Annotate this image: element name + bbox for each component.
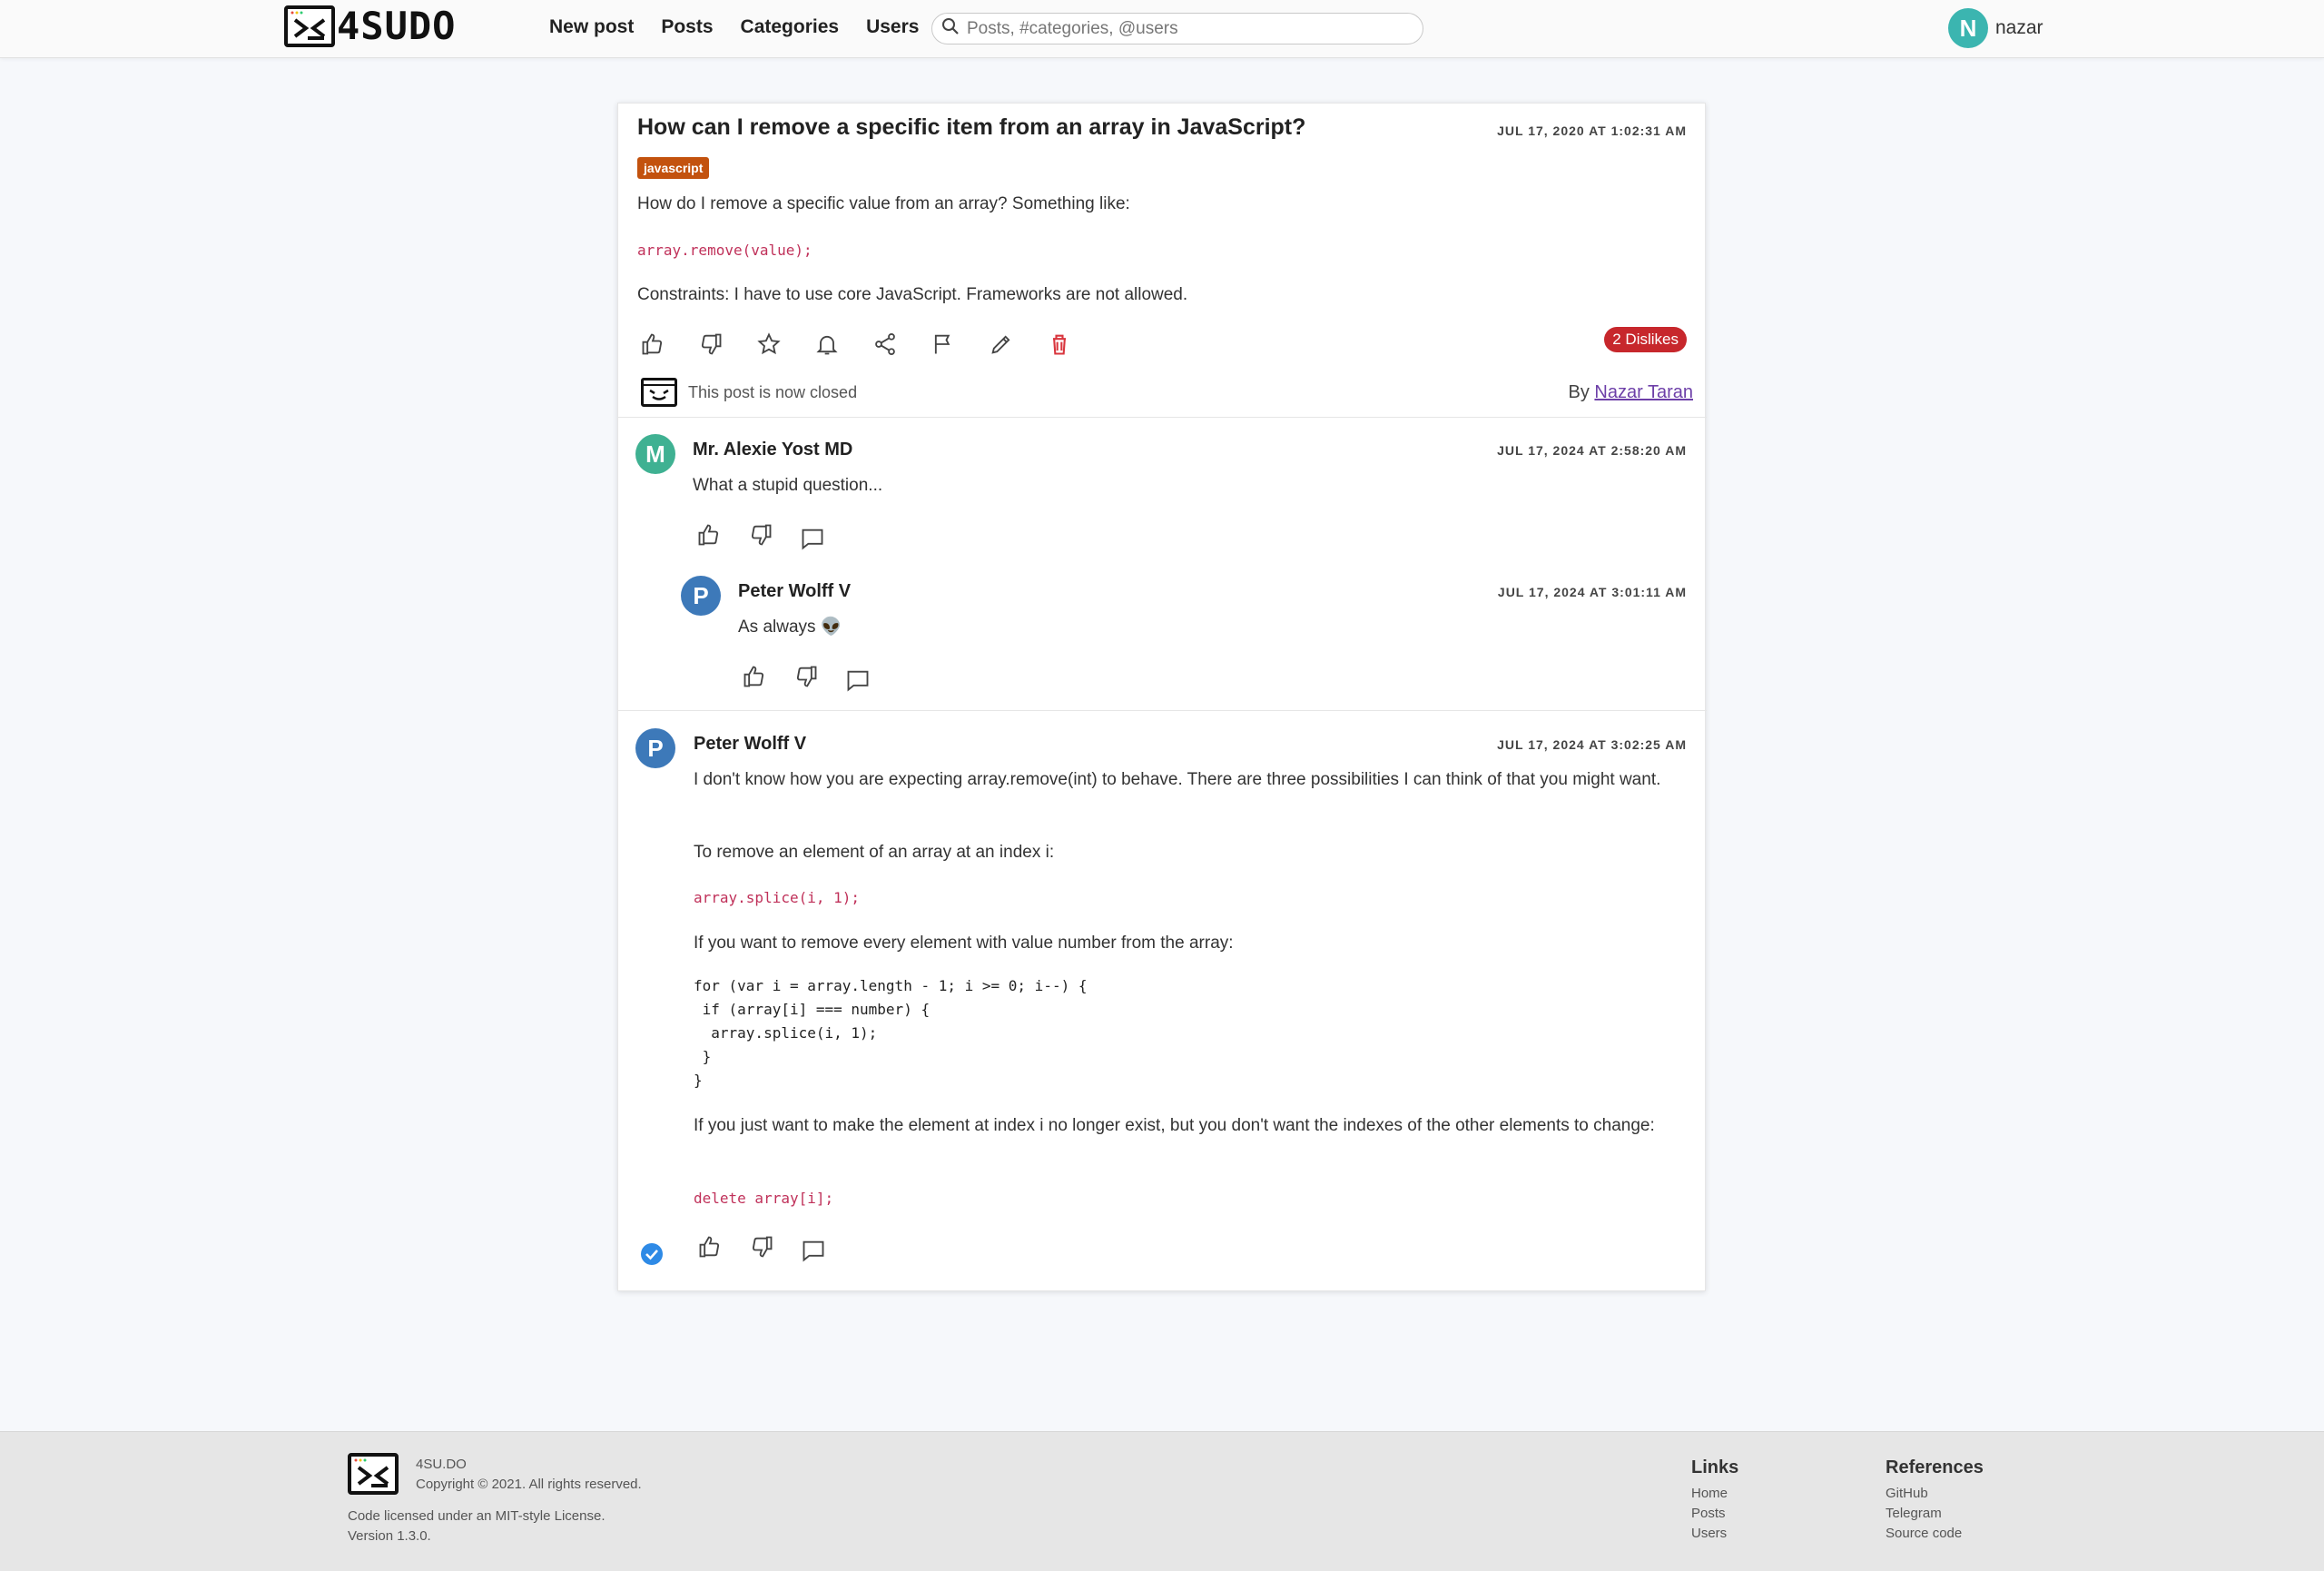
bell-icon[interactable] — [813, 331, 841, 358]
nav-posts[interactable]: Posts — [661, 16, 713, 38]
footer-references-title: References — [1886, 1457, 1984, 1477]
post-code: array.remove(value); — [637, 242, 812, 259]
footer-link-users[interactable]: Users — [1691, 1524, 1738, 1544]
comment-text: I don't know how you are expecting array… — [694, 770, 1661, 789]
search-icon — [941, 17, 960, 40]
footer-site-name: 4SU.DO — [416, 1457, 467, 1472]
reply-comment-icon[interactable] — [800, 1237, 827, 1264]
avatar[interactable]: N — [1948, 8, 1988, 48]
comment-text: If you want to remove every element with… — [694, 934, 1234, 953]
footer-link-telegram[interactable]: Telegram — [1886, 1504, 1984, 1524]
avatar[interactable]: M — [635, 434, 675, 474]
comment-date: JUL 17, 2024 AT 3:01:11 AM — [1497, 585, 1687, 599]
user-menu[interactable]: N nazar — [1948, 8, 2043, 48]
site-logo[interactable]: 4SUDO — [284, 5, 456, 48]
comment-code-block: for (var i = array.length - 1; i >= 0; i… — [694, 977, 1088, 1089]
footer-version: Version 1.3.0. — [348, 1528, 431, 1544]
footer: 4SU.DO Copyright © 2021. All rights rese… — [0, 1431, 2324, 1571]
comment-date: JUL 17, 2024 AT 3:02:25 AM — [1497, 737, 1687, 752]
comment-code: delete array[i]; — [694, 1190, 834, 1207]
footer-references: References GitHub Telegram Source code — [1886, 1457, 1984, 1544]
divider — [618, 417, 1707, 418]
flag-icon[interactable] — [930, 331, 957, 358]
comment-text: To remove an element of an array at an i… — [694, 843, 1055, 862]
avatar[interactable]: P — [681, 576, 721, 616]
username[interactable]: nazar — [1995, 17, 2043, 39]
footer-link-posts[interactable]: Posts — [1691, 1504, 1738, 1524]
author-link[interactable]: Nazar Taran — [1594, 382, 1693, 402]
comment-author[interactable]: Peter Wolff V — [694, 734, 806, 755]
accepted-check-icon[interactable] — [640, 1242, 664, 1270]
divider — [618, 710, 1707, 711]
thumbs-down-icon[interactable] — [793, 663, 820, 690]
reply-comment-icon[interactable] — [799, 525, 826, 552]
footer-copyright: Copyright © 2021. All rights reserved. — [416, 1477, 642, 1492]
comment-actions — [696, 1233, 827, 1264]
share-icon[interactable] — [872, 331, 899, 358]
edit-pencil-icon[interactable] — [988, 331, 1015, 358]
search-bar — [931, 13, 1423, 44]
footer-link-github[interactable]: GitHub — [1886, 1484, 1984, 1504]
thumbs-up-icon[interactable] — [741, 663, 768, 690]
dislikes-badge: 2 Dislikes — [1604, 327, 1687, 352]
post-paragraph: How do I remove a specific value from an… — [637, 194, 1130, 213]
closed-status-text: This post is now closed — [688, 383, 858, 401]
by-label: By — [1568, 382, 1590, 402]
trash-icon[interactable] — [1046, 331, 1073, 358]
comment-text: If you just want to make the element at … — [694, 1116, 1655, 1135]
comment-text: As always 👽 — [738, 618, 842, 637]
post-date: JUL 17, 2020 AT 1:02:31 AM — [1497, 124, 1687, 138]
comment-author[interactable]: Mr. Alexie Yost MD — [693, 440, 852, 460]
main-nav: New post Posts Categories Users — [549, 16, 919, 38]
footer-logo-icon — [348, 1453, 399, 1495]
thumbs-down-icon[interactable] — [697, 331, 724, 358]
thumbs-up-icon[interactable] — [639, 331, 666, 358]
post-author: By Nazar Taran — [1569, 382, 1693, 403]
comment-actions — [741, 663, 872, 694]
comment-text: What a stupid question... — [693, 476, 883, 495]
star-icon[interactable] — [755, 331, 783, 358]
top-navbar: 4SUDO New post Posts Categories Users N … — [0, 0, 2324, 58]
comment-author[interactable]: Peter Wolff V — [738, 581, 851, 602]
post-title: How can I remove a specific item from an… — [637, 114, 1306, 140]
avatar[interactable]: P — [635, 728, 675, 768]
thumbs-up-icon[interactable] — [696, 1233, 724, 1260]
category-tag[interactable]: javascript — [637, 157, 710, 179]
closed-face-icon — [641, 378, 677, 407]
post-paragraph: Constraints: I have to use core JavaScri… — [637, 285, 1188, 304]
post-card: How can I remove a specific item from an… — [617, 103, 1707, 1291]
footer-link-home[interactable]: Home — [1691, 1484, 1738, 1504]
post-actions — [639, 331, 1073, 358]
nav-users[interactable]: Users — [866, 16, 919, 38]
reply-comment-icon[interactable] — [844, 667, 872, 694]
footer-license: Code licensed under an MIT-style License… — [348, 1508, 606, 1524]
footer-link-source-code[interactable]: Source code — [1886, 1524, 1984, 1544]
logo-text: 4SUDO — [337, 4, 457, 48]
search-input[interactable] — [967, 18, 1403, 39]
comment-actions — [695, 521, 826, 552]
footer-links-title: Links — [1691, 1457, 1739, 1477]
terminal-logo-icon — [284, 5, 335, 47]
nav-categories[interactable]: Categories — [741, 16, 840, 38]
thumbs-down-icon[interactable] — [747, 521, 774, 548]
thumbs-down-icon[interactable] — [748, 1233, 775, 1260]
comment-date: JUL 17, 2024 AT 2:58:20 AM — [1497, 443, 1687, 458]
nav-new-post[interactable]: New post — [549, 16, 634, 38]
thumbs-up-icon[interactable] — [695, 521, 723, 548]
comment-code: array.splice(i, 1); — [694, 889, 861, 906]
footer-links: Links Home Posts Users — [1691, 1457, 1738, 1544]
